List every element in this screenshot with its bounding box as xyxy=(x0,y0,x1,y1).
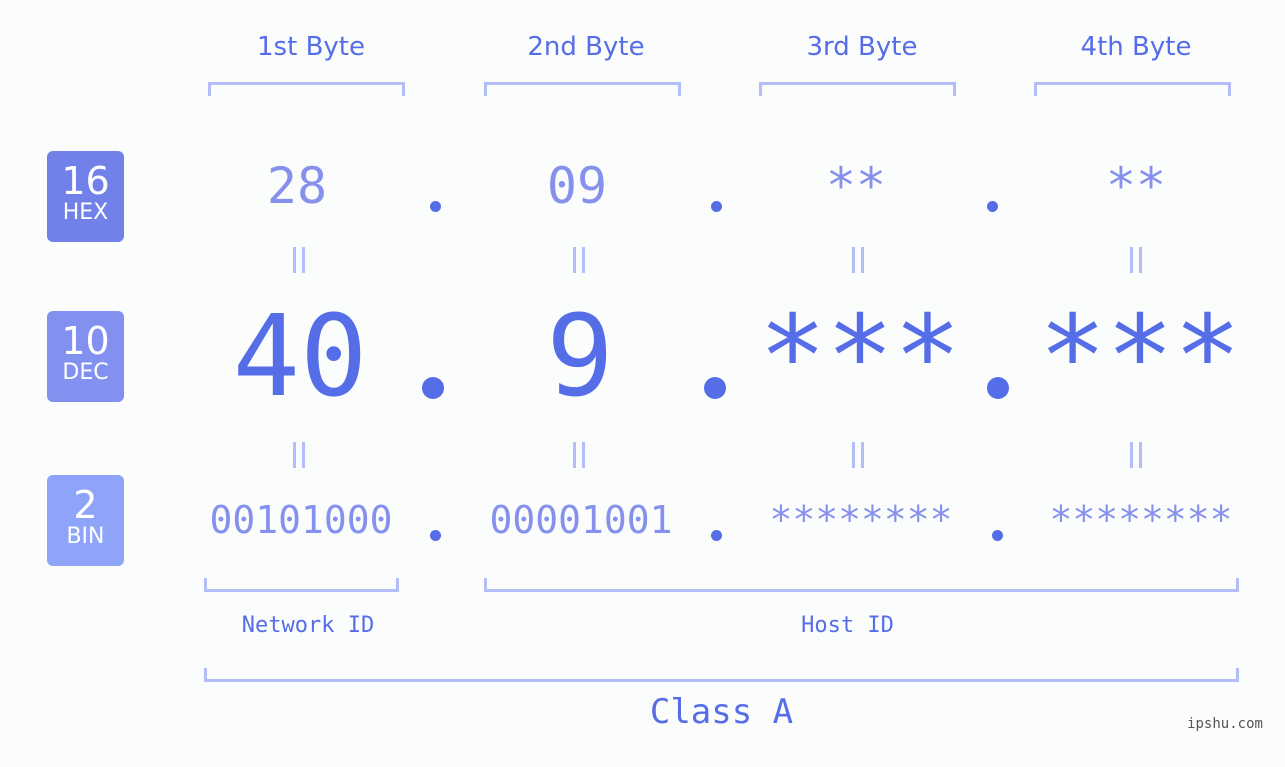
equals-sign xyxy=(573,442,585,468)
hex-value-2: 09 xyxy=(546,157,608,215)
hex-value-1: 28 xyxy=(266,157,328,215)
byte-bracket-2 xyxy=(484,82,681,96)
dec-base-label: DEC xyxy=(62,360,109,385)
hex-base-label: HEX xyxy=(62,200,109,225)
hex-value-3: ** xyxy=(825,157,887,215)
bin-base-number: 2 xyxy=(73,483,98,527)
byte-bracket-1 xyxy=(208,82,405,96)
byte-header-1: 1st Byte xyxy=(257,32,365,62)
byte-header-4: 4th Byte xyxy=(1080,32,1192,62)
equals-sign xyxy=(1130,247,1142,273)
dec-badge: 10 DEC xyxy=(47,311,124,402)
host-id-label: Host ID xyxy=(801,613,894,638)
byte-bracket-3 xyxy=(759,82,956,96)
byte-header-3: 3rd Byte xyxy=(806,32,918,62)
bin-separator-dot xyxy=(992,530,1003,541)
dec-separator-dot xyxy=(987,377,1009,399)
dec-separator-dot xyxy=(422,377,444,399)
byte-bracket-4 xyxy=(1034,82,1231,96)
bin-value-4: ******** xyxy=(1049,498,1233,542)
dec-separator-dot xyxy=(704,377,726,399)
equals-sign xyxy=(293,247,305,273)
bin-value-1: 00101000 xyxy=(209,498,393,542)
host-id-bracket xyxy=(484,578,1239,592)
network-id-label: Network ID xyxy=(241,613,375,638)
hex-separator-dot xyxy=(711,201,722,212)
dec-value-2: 9 xyxy=(546,292,614,422)
hex-base-number: 16 xyxy=(61,159,110,203)
hex-separator-dot xyxy=(430,201,441,212)
bin-value-2: 00001001 xyxy=(489,498,673,542)
hex-badge: 16 HEX xyxy=(47,151,124,242)
byte-header-2: 2nd Byte xyxy=(527,32,645,62)
bin-badge: 2 BIN xyxy=(47,475,124,566)
bin-base-label: BIN xyxy=(66,524,105,549)
class-bracket xyxy=(204,668,1239,682)
equals-sign xyxy=(293,442,305,468)
dec-value-1: 40 xyxy=(232,292,368,422)
hex-value-4: ** xyxy=(1105,157,1167,215)
bin-separator-dot xyxy=(430,530,441,541)
bin-value-3: ******** xyxy=(769,498,953,542)
equals-sign xyxy=(852,442,864,468)
network-id-bracket xyxy=(204,578,399,592)
bin-separator-dot xyxy=(711,530,722,541)
watermark: ipshu.com xyxy=(1187,716,1263,732)
equals-sign xyxy=(1130,442,1142,468)
dec-base-number: 10 xyxy=(61,319,110,363)
dec-value-4: *** xyxy=(1038,292,1242,422)
hex-separator-dot xyxy=(987,201,998,212)
class-label: Class A xyxy=(649,692,794,732)
dec-value-3: *** xyxy=(758,292,962,422)
equals-sign xyxy=(852,247,864,273)
equals-sign xyxy=(573,247,585,273)
